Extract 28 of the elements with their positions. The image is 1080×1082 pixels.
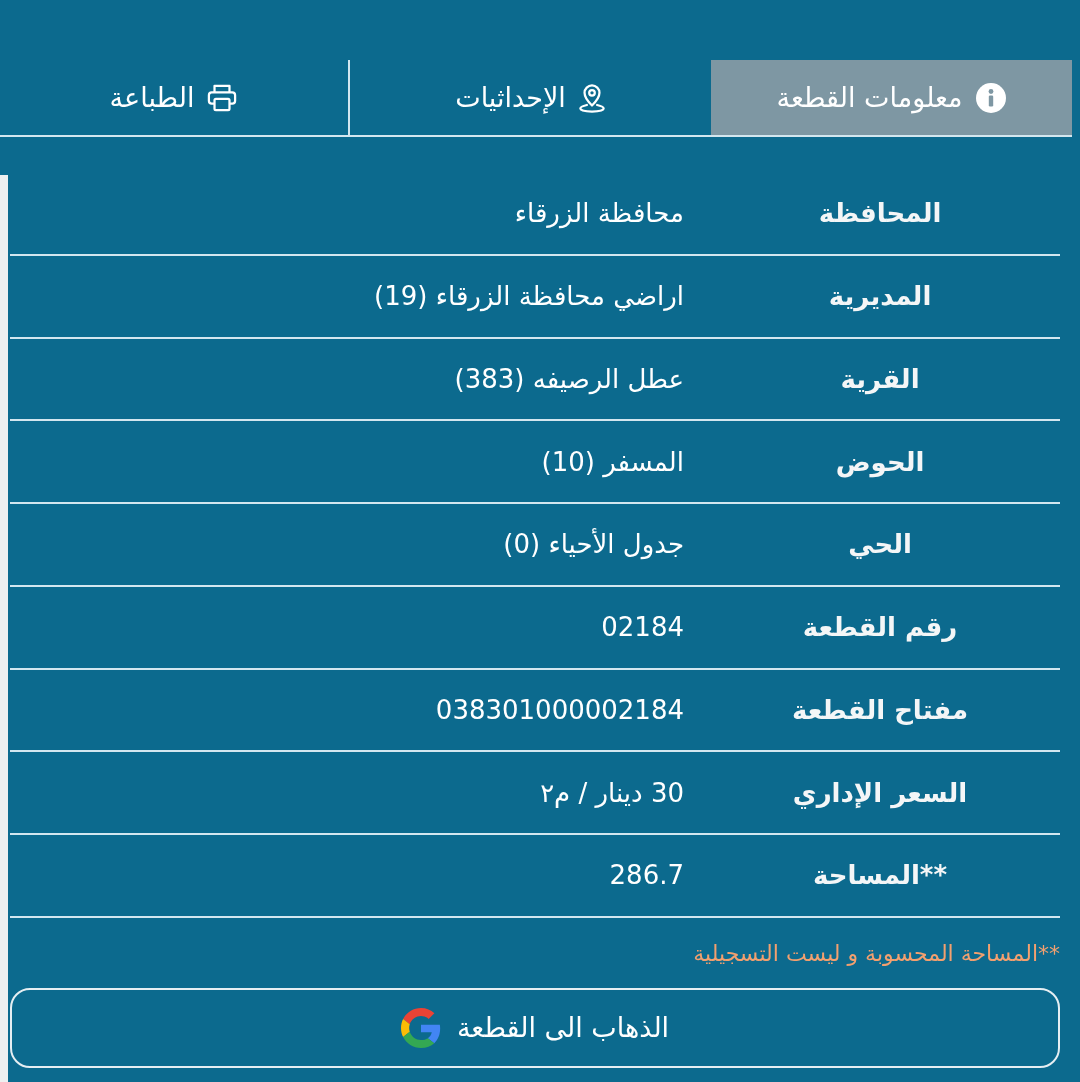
tab[interactable]: معلومات القطعة bbox=[711, 60, 1072, 135]
row-value: 30 دينار / م٢ bbox=[539, 777, 685, 808]
row-value: 286.7 bbox=[608, 860, 685, 891]
go-to-parcel-button[interactable]: الذهاب الى القطعة bbox=[10, 987, 1060, 1068]
tab[interactable]: الطباعة bbox=[0, 60, 348, 135]
row-label: الحوض bbox=[834, 446, 926, 477]
info-icon bbox=[974, 81, 1007, 114]
row-label: رقم القطعة bbox=[801, 612, 959, 643]
row-label: مفتاح القطعة bbox=[790, 694, 970, 725]
footnote: **المساحة المحسوبة و ليست التسجيلية bbox=[692, 939, 1060, 968]
tab[interactable]: الإحداثيات bbox=[348, 60, 711, 135]
location-pin-icon bbox=[577, 82, 606, 113]
row-value: محافظة الزرقاء bbox=[513, 198, 685, 229]
scrollbar-track[interactable] bbox=[0, 175, 8, 1082]
printer-icon bbox=[206, 83, 239, 112]
row-label: المديرية bbox=[827, 281, 933, 312]
row-value: 038301000002184 bbox=[434, 694, 685, 725]
row-value: اراضي محافظة الزرقاء (19) bbox=[373, 281, 685, 312]
row-value: 02184 bbox=[600, 612, 685, 643]
row-label: السعر الإداري bbox=[791, 777, 969, 808]
row-label: القرية bbox=[839, 363, 921, 394]
row-value: المسفر (10) bbox=[540, 446, 685, 477]
row-value: جدول الأحياء (0) bbox=[502, 529, 685, 560]
row-value: عطل الرصيفه (383) bbox=[453, 363, 685, 394]
row-label: الحي bbox=[847, 529, 913, 560]
row-label: **المساحة bbox=[812, 860, 948, 891]
g-logo-icon bbox=[400, 1007, 441, 1048]
row-label: المحافظة bbox=[817, 198, 943, 229]
